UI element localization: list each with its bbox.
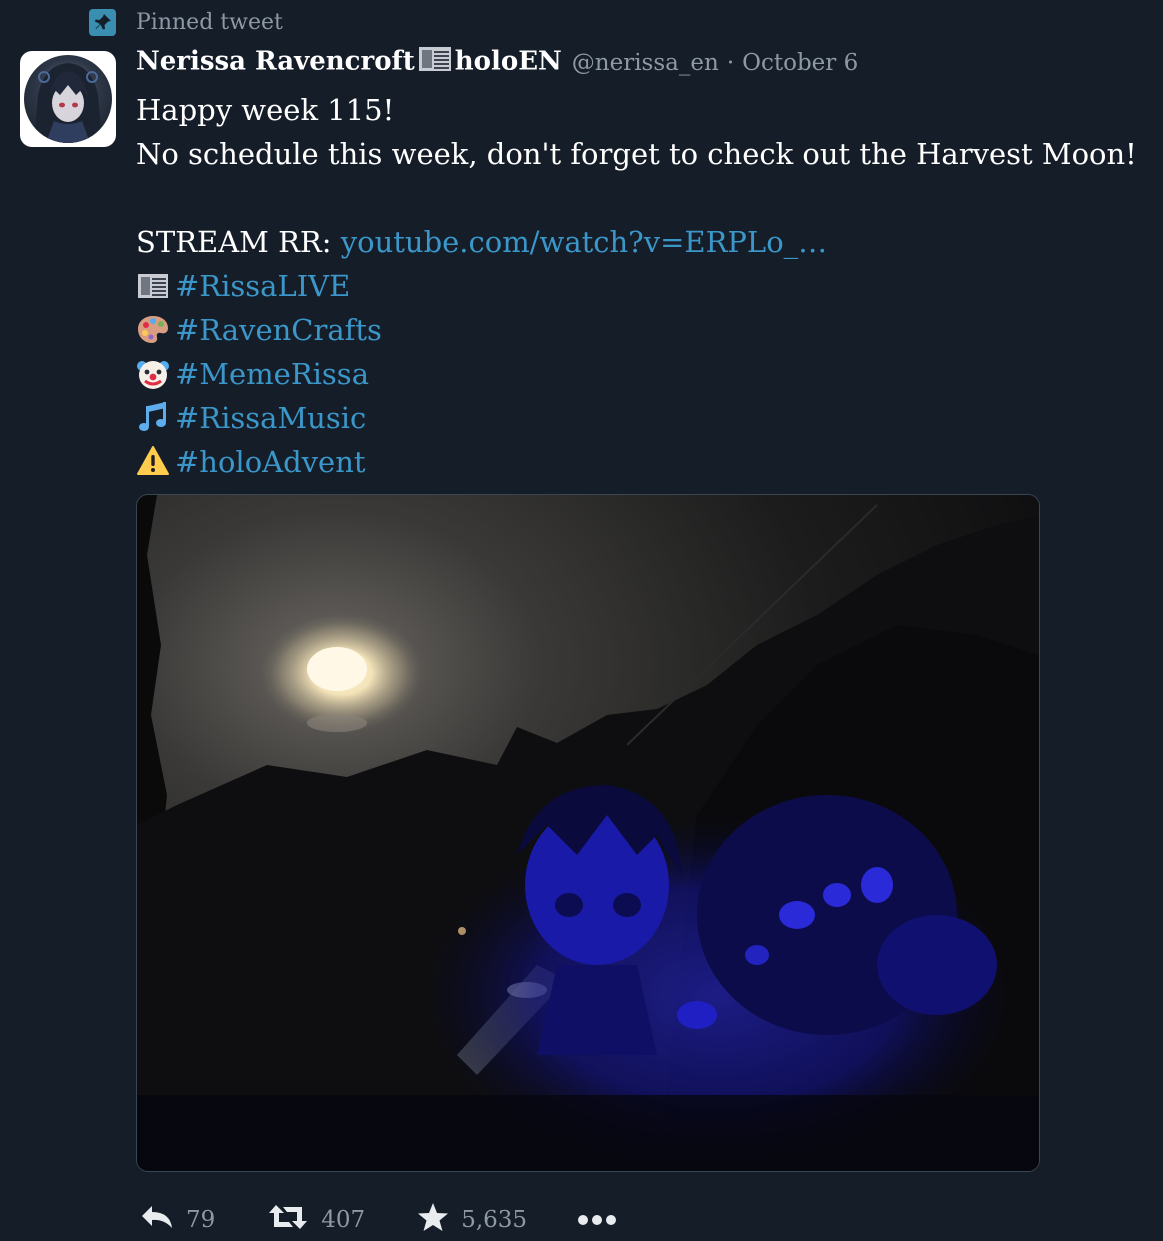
warning-emoji-icon	[136, 444, 170, 478]
tweet-line-1: Happy week 115!	[136, 93, 395, 127]
tweet-actions: 79 407 5,635	[140, 1200, 617, 1240]
hashtag-line: #RavenCrafts	[136, 308, 1136, 352]
like-count: 5,635	[461, 1207, 528, 1233]
like-button[interactable]: 5,635	[417, 1202, 527, 1238]
hashtag-link[interactable]: #RavenCrafts	[175, 313, 382, 347]
more-options-icon	[577, 1207, 617, 1233]
pinned-indicator: Pinned tweet	[89, 8, 283, 36]
sheet-music-emoji-icon	[417, 44, 453, 81]
tweet-body: Happy week 115! No schedule this week, d…	[136, 88, 1137, 484]
palette-emoji-icon	[136, 312, 170, 346]
hashtag-link[interactable]: #MemeRissa	[175, 357, 369, 391]
reply-icon	[140, 1204, 174, 1236]
header-separator: ·	[726, 49, 735, 76]
display-name-part2: holoEN	[454, 46, 562, 77]
reply-count: 79	[186, 1207, 216, 1233]
hashtag-line: #MemeRissa	[136, 352, 1136, 396]
retweet-button[interactable]: 407	[267, 1203, 365, 1237]
handle[interactable]: @nerissa_en	[572, 50, 719, 76]
tweet-media-photo[interactable]	[136, 494, 1040, 1172]
display-name-part1: Nerissa Ravencroft	[136, 46, 415, 77]
hashtag-link[interactable]: #holoAdvent	[175, 445, 366, 479]
pinned-label: Pinned tweet	[136, 9, 283, 35]
display-name[interactable]: Nerissa Ravencroft holoEN	[136, 44, 562, 81]
musical-notes-emoji-icon	[136, 400, 170, 434]
tweet-date[interactable]: October 6	[742, 50, 858, 76]
tweet-page: Pinned tweet Nerissa Ravencroft holoEN @…	[0, 0, 1163, 1241]
hashtag-link[interactable]: #RissaLIVE	[175, 269, 350, 303]
pin-icon	[89, 8, 116, 36]
hashtag-line: #holoAdvent	[136, 440, 1136, 484]
more-options-button[interactable]	[577, 1207, 617, 1233]
hashtag-link[interactable]: #RissaMusic	[175, 401, 366, 435]
clown-face-emoji-icon	[136, 356, 170, 390]
stream-prefix: STREAM RR:	[136, 225, 341, 259]
stream-link[interactable]: youtube.com/watch?v=ERPLo_…	[341, 225, 827, 259]
reply-button[interactable]: 79	[140, 1204, 215, 1236]
star-icon	[417, 1202, 449, 1238]
sheet-music-emoji-icon	[136, 268, 170, 302]
tweet-header: Nerissa Ravencroft holoEN @nerissa_en · …	[136, 44, 858, 84]
retweet-count: 407	[321, 1207, 366, 1233]
stream-line: STREAM RR: youtube.com/watch?v=ERPLo_…	[136, 220, 1136, 264]
night-moon-photo	[137, 495, 1039, 1171]
tweet-line-2: No schedule this week, don't forget to c…	[136, 137, 1137, 171]
avatar-image	[24, 55, 112, 143]
retweet-icon	[267, 1203, 309, 1237]
hashtag-line: #RissaLIVE	[136, 264, 1136, 308]
avatar[interactable]	[20, 51, 116, 147]
hashtag-line: #RissaMusic	[136, 396, 1136, 440]
